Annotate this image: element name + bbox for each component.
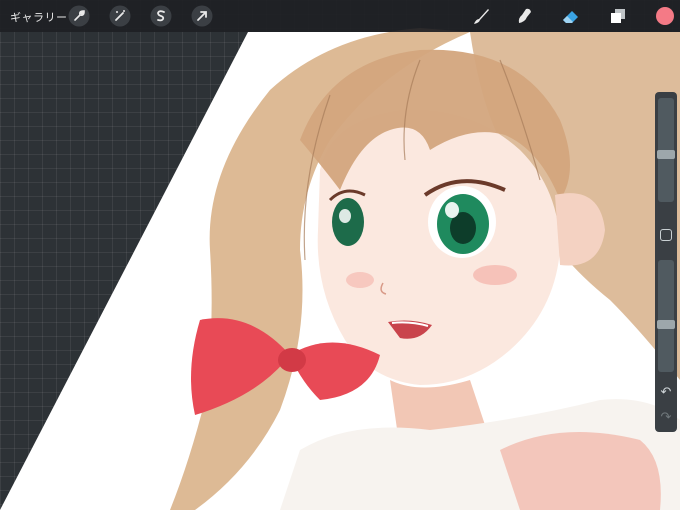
wrench-icon[interactable] <box>68 5 90 27</box>
top-toolbar: ギャラリー <box>0 0 680 32</box>
drawing-canvas[interactable] <box>0 0 680 510</box>
sidebar: ↶ ↷ <box>655 92 677 432</box>
magic-wand-icon[interactable] <box>109 5 131 27</box>
opacity-slider[interactable] <box>657 260 675 372</box>
transform-icon[interactable] <box>191 5 213 27</box>
brush-icon[interactable] <box>470 5 492 27</box>
brush-size-slider[interactable] <box>657 98 675 202</box>
gallery-button[interactable]: ギャラリー <box>10 9 68 25</box>
layers-icon[interactable] <box>607 5 629 27</box>
selection-icon[interactable] <box>150 5 172 27</box>
brush-size-thumb[interactable] <box>657 150 675 159</box>
modify-button-icon[interactable] <box>660 229 672 241</box>
eraser-icon[interactable] <box>560 5 582 27</box>
color-picker-button[interactable] <box>656 7 674 25</box>
redo-icon[interactable]: ↷ <box>658 410 674 426</box>
smudge-icon[interactable] <box>513 5 535 27</box>
undo-icon[interactable]: ↶ <box>658 385 674 401</box>
opacity-thumb[interactable] <box>657 320 675 329</box>
